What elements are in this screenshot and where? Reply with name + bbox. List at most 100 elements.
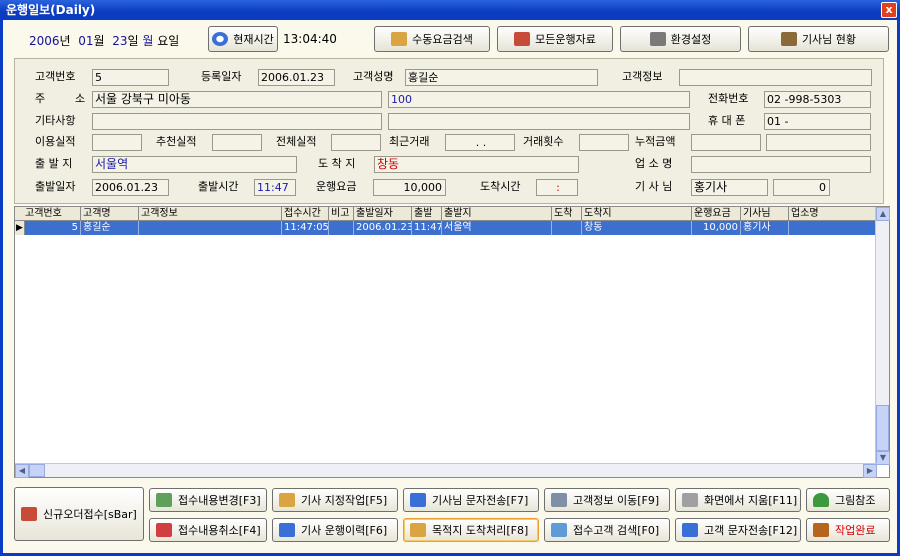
month-unit: 월 [93,34,105,48]
clock-display: 13:04:40 [283,32,337,46]
driver-sms-button[interactable]: 기사님 문자전송[F7] [403,488,539,512]
vertical-scroll-thumb[interactable] [876,405,889,451]
scroll-up-icon[interactable]: ▲ [876,207,890,221]
col-customer-info[interactable]: 고객정보 [139,207,282,221]
label-usage: 이용실적 [35,135,76,148]
close-button[interactable]: x [881,2,897,18]
edit-icon [156,493,172,507]
driver-history-button[interactable]: 기사 운행이력[F6] [272,518,398,542]
month-value: 01 [78,34,94,48]
col-business[interactable]: 업소명 [789,207,877,221]
horizontal-scrollbar[interactable]: ◀ ▶ [15,463,877,478]
sms-icon [682,523,698,537]
etc-field[interactable] [92,113,382,130]
label-depart-time: 출발시간 [198,180,239,193]
arrive-process-button[interactable]: 목적지 도착처리[F8] [403,518,539,542]
count-field[interactable] [579,134,629,151]
label-recent: 최근거래 [389,135,430,148]
phone-icon [21,507,37,521]
label-origin: 출 발 지 [35,157,73,170]
clock-icon [212,32,229,46]
manual-fare-search-button[interactable]: 수동요금검색 [374,26,490,52]
new-order-button[interactable]: 신규오더접수[sBar] [14,487,144,541]
label-reg-date: 등록일자 [201,70,242,83]
cancel-receipt-button[interactable]: 접수내용취소[F4] [149,518,267,542]
work-done-button[interactable]: 작업완료 [806,518,890,542]
col-note[interactable]: 비고 [329,207,354,221]
col-depart[interactable]: 출발 [412,207,442,221]
change-receipt-button[interactable]: 접수내용변경[F3] [149,488,267,512]
total-field[interactable] [331,134,381,151]
label-driver: 기 사 님 [635,180,673,193]
scroll-left-icon[interactable]: ◀ [15,464,29,478]
business-field[interactable] [691,156,871,173]
receipt-grid[interactable]: 고객번호 고객명 고객정보 접수시간 비고 출발일자 출발 출발지 도착 도착지… [14,206,890,478]
customer-info-field[interactable] [679,69,872,86]
col-arrive[interactable]: 도착 [552,207,582,221]
col-driver[interactable]: 기사님 [741,207,789,221]
customer-form: 고객번호 5 등록일자 2006.01.23 고객성명 홍길순 고객정보 주 소… [14,58,884,204]
horizontal-scroll-thumb[interactable] [29,464,45,477]
scroll-right-icon[interactable]: ▶ [863,464,877,478]
assign-driver-button[interactable]: 기사 지정작업[F5] [272,488,398,512]
reg-date-field[interactable]: 2006.01.23 [258,69,335,86]
label-mobile: 휴 대 폰 [708,114,746,127]
address-detail-field[interactable]: 100 [388,91,690,108]
vertical-scrollbar[interactable]: ▲ ▼ [875,207,890,465]
col-customer-name[interactable]: 고객명 [81,207,139,221]
customer-no-field[interactable]: 5 [92,69,169,86]
recent-field[interactable]: . . [445,134,515,151]
search-icon [682,493,698,507]
fare-field[interactable]: 10,000 [373,179,446,196]
label-referral: 추천실적 [156,135,197,148]
mobile-field[interactable]: 01 - [764,113,871,130]
settings-button[interactable]: 환경설정 [620,26,741,52]
address-field[interactable]: 서울 강북구 미아동 [92,91,382,108]
accum2-field[interactable] [766,134,871,151]
driver-field[interactable]: 홍기사 [691,179,768,196]
label-address-1: 주 [35,92,46,105]
etc2-field[interactable] [388,113,690,130]
arrival-icon [410,523,426,537]
depart-date-field[interactable]: 2006.01.23 [92,179,169,196]
col-origin[interactable]: 출발지 [442,207,552,221]
col-receipt-time[interactable]: 접수시간 [282,207,329,221]
year-unit: 년 [59,34,71,48]
depart-time-field[interactable]: 11:47 [254,179,296,196]
day-unit: 일 [127,34,139,48]
label-etc: 기타사항 [35,114,76,127]
dest-field[interactable]: 창동 [374,156,579,173]
car-icon [391,32,408,46]
usage-field[interactable] [92,134,142,151]
driver-no-field[interactable]: 0 [773,179,830,196]
customer-sms-button[interactable]: 고객 문자전송[F12] [675,518,801,542]
move-customer-button[interactable]: 고객정보 이동[F9] [544,488,670,512]
col-customer-no[interactable]: 고객번호 [23,207,81,221]
all-trip-data-button[interactable]: 모든운행자료 [497,26,613,52]
label-total: 전체실적 [276,135,317,148]
accum-field[interactable] [691,134,761,151]
table-row[interactable]: 5 홍길순 11:47:05 2006.01.23 11:47 서울역 창동 1… [25,221,877,235]
current-time-button[interactable]: 현재시간 [208,26,278,52]
driver-status-button[interactable]: 기사님 현황 [748,26,889,52]
search-customer-button[interactable]: 접수고객 검색[F0] [544,518,670,542]
customer-icon [551,493,567,507]
scroll-down-icon[interactable]: ▼ [876,451,890,465]
phone-field[interactable]: 02 -998-5303 [764,91,871,108]
col-fare[interactable]: 운행요금 [692,207,741,221]
cancel-icon [156,523,172,537]
col-depart-date[interactable]: 출발일자 [354,207,412,221]
origin-field[interactable]: 서울역 [92,156,297,173]
customer-name-field[interactable]: 홍길순 [405,69,598,86]
grid-header: 고객번호 고객명 고객정보 접수시간 비고 출발일자 출발 출발지 도착 도착지… [15,207,877,221]
day-value: 23 [112,34,128,48]
label-fare: 운행요금 [316,180,357,193]
magnifier-icon [551,523,567,537]
remove-from-screen-button[interactable]: 화면에서 지움[F11] [675,488,801,512]
arrive-time-field[interactable]: : [536,179,578,196]
col-destination[interactable]: 도착지 [582,207,692,221]
referral-field[interactable] [212,134,262,151]
label-customer-info: 고객정보 [622,70,663,83]
title-bar: 운행일보(Daily) x [0,0,900,20]
picture-ref-button[interactable]: 그림참조 [806,488,890,512]
